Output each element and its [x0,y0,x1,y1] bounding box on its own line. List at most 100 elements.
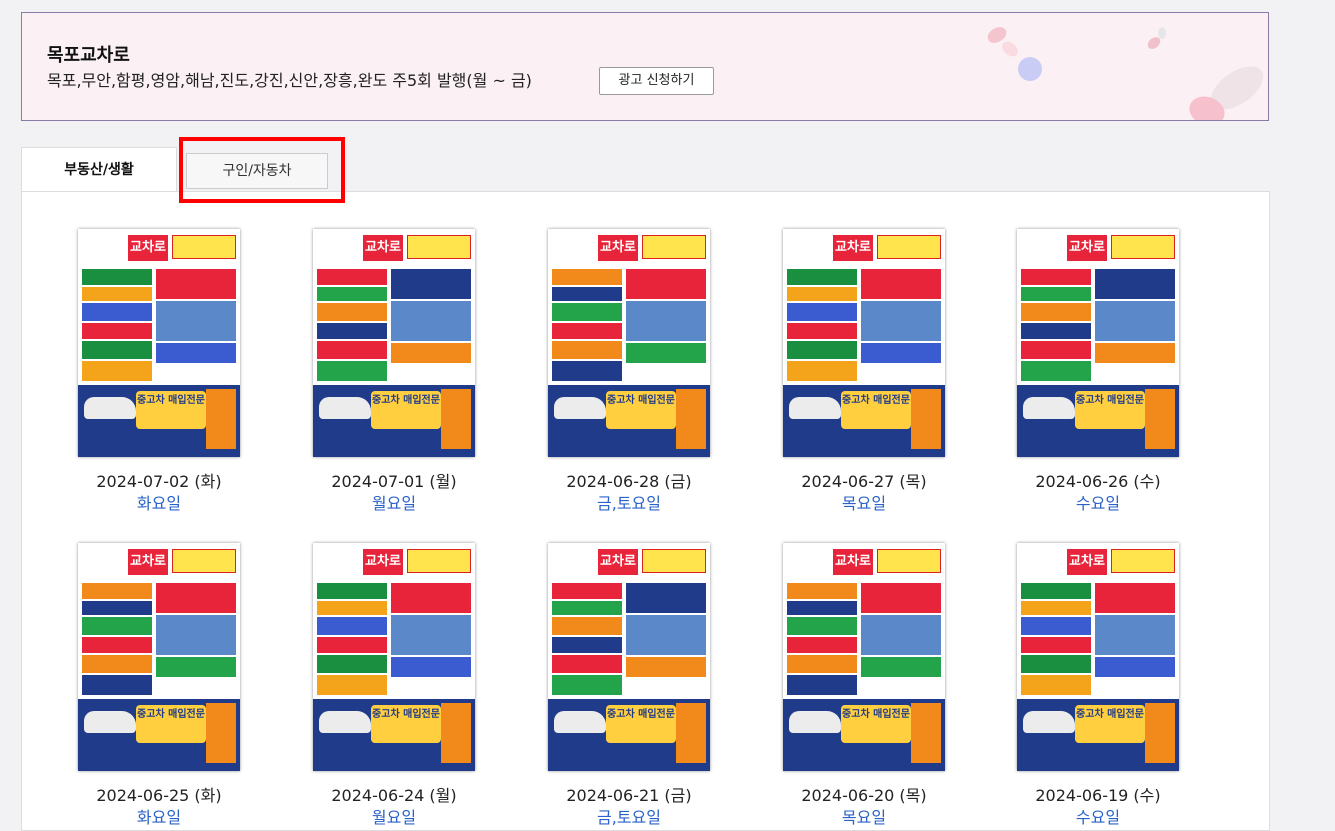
thumbnail-ad-block [861,679,941,697]
thumbnail-ad-block [82,583,152,599]
car-image [84,711,136,733]
thumbnail-logo: 교차로 [128,235,168,261]
thumbnail-ad-block [1095,679,1175,697]
thumbnail-notice [172,549,236,573]
paper-day-link[interactable]: 화요일 [59,807,259,829]
thumbnail-ad-block [552,287,622,301]
thumbnail-notice [1111,549,1175,573]
paper-card[interactable]: 교차로 중고차 매입전문 2024-06-25 (화) 화요일 [59,543,259,829]
thumbnail-side-ad [911,703,941,763]
thumbnail-ad-block [82,655,152,673]
paper-card[interactable]: 교차로 중고차 매입전문 2024-06-21 (금) 금,토요일 [529,543,729,829]
car-image [319,711,371,733]
paper-card[interactable]: 교차로 중고차 매입전문 2024-06-24 (월) 월요일 [294,543,494,829]
decorative-petals [987,27,1264,120]
thumbnail-ad-block [626,365,706,383]
thumbnail-ad-block [626,583,706,613]
paper-card[interactable]: 교차로 중고차 매입전문 2024-06-28 (금) 금,토요일 [529,229,729,515]
paper-day-link[interactable]: 금,토요일 [529,493,729,515]
thumbnail-ad-block [82,637,152,653]
paper-day-link[interactable]: 화요일 [59,493,259,515]
paper-day-link[interactable]: 월요일 [294,493,494,515]
thumbnail-ad-block [82,617,152,635]
thumbnail-banner-text: 중고차 매입전문 [371,705,441,743]
thumbnail-ad-block [317,583,387,599]
thumbnail-ad-block [317,303,387,321]
thumbnail-ad-block [317,655,387,673]
paper-day-link[interactable]: 월요일 [294,807,494,829]
thumbnail-ad-block [317,287,387,301]
thumbnail-ad-block [1095,657,1175,677]
paper-day-link[interactable]: 금,토요일 [529,807,729,829]
thumbnail-ad-block [787,287,857,301]
tab-jobs-cars[interactable]: 구인/자동차 [186,153,328,189]
thumbnail-ad-block [787,675,857,695]
thumbnail-ad-block [317,637,387,653]
newspaper-thumbnail[interactable]: 교차로 중고차 매입전문 [548,543,710,771]
thumbnail-ad-block [391,615,471,655]
thumbnail-notice [877,235,941,259]
thumbnail-ad-block [156,679,236,697]
paper-card[interactable]: 교차로 중고차 매입전문 2024-07-01 (월) 월요일 [294,229,494,515]
thumbnail-ad-block [787,361,857,381]
thumbnail-ad-block [82,287,152,301]
thumbnail-ad-block [861,657,941,677]
newspaper-thumbnail[interactable]: 교차로 중고차 매입전문 [783,229,945,457]
paper-card[interactable]: 교차로 중고차 매입전문 2024-06-26 (수) 수요일 [998,229,1198,515]
newspaper-thumbnail[interactable]: 교차로 중고차 매입전문 [313,229,475,457]
thumbnail-ad-block [1021,323,1091,339]
thumbnail-ad-block [552,341,622,359]
thumbnail-side-ad [1145,389,1175,449]
newspaper-thumbnail[interactable]: 교차로 중고차 매입전문 [78,543,240,771]
paper-day-link[interactable]: 목요일 [764,493,964,515]
newspaper-thumbnail[interactable]: 교차로 중고차 매입전문 [548,229,710,457]
paper-day-link[interactable]: 목요일 [764,807,964,829]
thumbnail-ad-block [156,365,236,383]
paper-date: 2024-07-02 (화) [96,472,222,491]
thumbnail-notice [407,235,471,259]
thumbnail-ad-block [1095,269,1175,299]
thumbnail-banner-text: 중고차 매입전문 [606,391,676,429]
publication-coverage: 목포,무안,함평,영암,해남,진도,강진,신안,장흥,완도 주5회 발행(월 ~… [47,71,532,90]
thumbnail-side-ad [1145,703,1175,763]
thumbnail-ad-block [391,583,471,613]
thumbnail-ad-block [861,269,941,299]
thumbnail-logo: 교차로 [363,235,403,261]
paper-card[interactable]: 교차로 중고차 매입전문 2024-06-27 (목) 목요일 [764,229,964,515]
thumbnail-side-ad [676,703,706,763]
paper-card[interactable]: 교차로 중고차 매입전문 2024-07-02 (화) 화요일 [59,229,259,515]
newspaper-thumbnail[interactable]: 교차로중고차 매입전문 [313,543,475,771]
thumbnail-ad-block [1021,341,1091,359]
paper-date: 2024-06-25 (화) [96,786,222,805]
thumbnail-ad-block [552,601,622,615]
thumbnail-logo: 교차로 [833,549,873,575]
thumbnail-ad-block [552,323,622,339]
tab-real-estate[interactable]: 부동산/생활 [21,147,177,192]
thumbnail-ad-block [1021,655,1091,673]
thumbnail-logo: 교차로 [1067,235,1107,261]
newspaper-thumbnail[interactable]: 교차로 중고차 매입전문 [783,543,945,771]
thumbnail-notice [407,549,471,573]
thumbnail-ad-block [552,675,622,695]
paper-card[interactable]: 교차로 중고차 매입전문 2024-06-20 (목) 목요일 [764,543,964,829]
thumbnail-side-ad [676,389,706,449]
thumbnail-ad-block [391,365,471,383]
paper-card[interactable]: 교차로 중고차 매입전문 2024-06-19 (수) 수요일 [998,543,1198,829]
thumbnail-ad-block [787,303,857,321]
category-tabs: 부동산/생활 구인/자동차 [21,147,1269,192]
thumbnail-logo: 교차로 [363,549,403,575]
newspaper-thumbnail[interactable]: 교차로 중고차 매입전문 [1017,543,1179,771]
paper-day-link[interactable]: 수요일 [998,807,1198,829]
thumbnail-notice [172,235,236,259]
paper-date: 2024-06-26 (수) [1035,472,1161,491]
paper-date: 2024-06-28 (금) [566,472,692,491]
thumbnail-ad-block [391,343,471,363]
newspaper-thumbnail[interactable]: 교차로 중고차 매입전문 [78,229,240,457]
thumbnail-ad-block [82,675,152,695]
paper-day-link[interactable]: 수요일 [998,493,1198,515]
ad-apply-button[interactable]: 광고 신청하기 [599,67,714,95]
thumbnail-ad-block [317,269,387,285]
thumbnail-ad-block [626,301,706,341]
thumbnail-logo: 교차로 [1067,549,1107,575]
newspaper-thumbnail[interactable]: 교차로 중고차 매입전문 [1017,229,1179,457]
